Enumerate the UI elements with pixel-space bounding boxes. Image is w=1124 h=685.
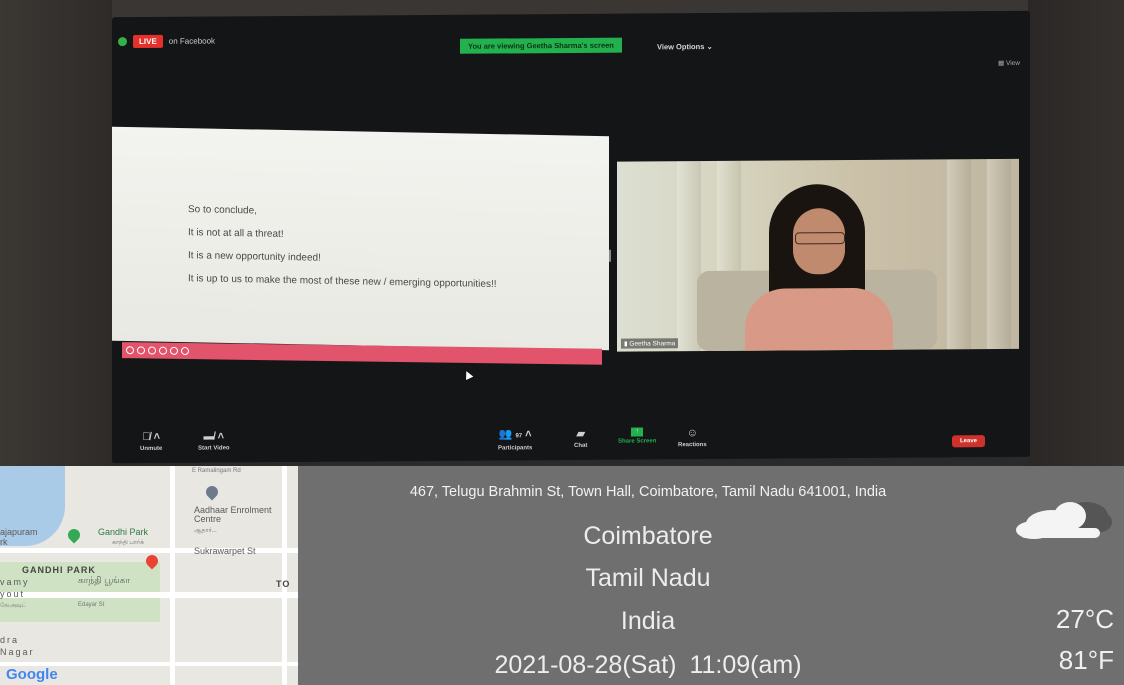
share-screen-button[interactable]: ↑ Share Screen bbox=[618, 427, 657, 445]
google-logo: Google bbox=[6, 666, 58, 683]
mouse-cursor-icon bbox=[462, 369, 474, 381]
tool-icon[interactable] bbox=[126, 346, 134, 355]
participants-icon: 👥 97 ˄ bbox=[498, 428, 532, 441]
aadhaar-pin-icon bbox=[203, 483, 221, 501]
tool-icon[interactable] bbox=[181, 346, 189, 356]
speaker-video[interactable]: ▮ Geetha Sharma bbox=[617, 158, 1019, 352]
city-name: Coimbatore bbox=[583, 522, 713, 550]
unmute-button[interactable]: 🎙̸ ˄ Unmute bbox=[140, 431, 162, 452]
start-video-label: Start Video bbox=[198, 445, 230, 452]
map-label: yout bbox=[0, 589, 26, 599]
curtain bbox=[987, 158, 1011, 350]
leave-button[interactable]: Leave bbox=[951, 435, 985, 448]
slide-text: So to conclude, It is not at all a threa… bbox=[188, 204, 508, 302]
country-name: India bbox=[620, 607, 676, 635]
map-label: TO bbox=[276, 579, 291, 589]
participants-label: Participants bbox=[498, 445, 533, 452]
map-label: காந்தி பார்க் bbox=[112, 540, 144, 546]
live-destination[interactable]: on Facebook bbox=[169, 36, 215, 45]
split-handle[interactable] bbox=[609, 249, 611, 262]
share-screen-label: Share Screen bbox=[618, 438, 657, 445]
road bbox=[170, 466, 175, 685]
park-pin-icon bbox=[65, 526, 83, 544]
chat-icon: ▰ bbox=[576, 427, 585, 440]
cloudy-weather-icon bbox=[1016, 502, 1112, 539]
participants-count: 97 bbox=[515, 433, 523, 440]
map-label: லேஅவுட் bbox=[0, 603, 27, 609]
glasses bbox=[795, 232, 845, 245]
speaker-shirt bbox=[745, 287, 893, 352]
road bbox=[0, 592, 298, 598]
map-label: காந்தி பூங்கா bbox=[78, 575, 131, 585]
temperature-fahrenheit: 81°F bbox=[1058, 645, 1114, 675]
speaker-name: Geetha Sharma bbox=[629, 340, 676, 348]
curtain bbox=[947, 159, 971, 350]
date-time: 2021-08-28(Sat) 11:09(am) bbox=[494, 651, 802, 679]
muted-mic-icon: 🎙̸ ˄ bbox=[142, 430, 161, 443]
view-button[interactable]: ▦ View bbox=[998, 59, 1020, 67]
map-label: dra bbox=[0, 635, 20, 645]
slide-line: So to conclude, bbox=[188, 204, 257, 217]
map-label: Nagar bbox=[0, 647, 35, 657]
map-label: Aadhaar Enrolment Centre bbox=[194, 505, 272, 525]
share-screen-icon: ↑ bbox=[631, 427, 644, 437]
chat-button[interactable]: ▰ Chat bbox=[574, 428, 587, 449]
tool-icon[interactable] bbox=[148, 346, 156, 355]
address-line: 467, Telugu Brahmin St, Town Hall, Coimb… bbox=[409, 484, 887, 500]
background-right bbox=[1028, 0, 1124, 470]
map-label: Edayar St bbox=[78, 602, 105, 608]
tool-icon[interactable] bbox=[170, 346, 178, 355]
reactions-label: Reactions bbox=[678, 442, 707, 449]
reactions-button[interactable]: ☺ Reactions bbox=[678, 427, 707, 448]
state-name: Tamil Nadu bbox=[585, 564, 711, 592]
signal-icon: ▮ bbox=[624, 340, 628, 348]
meeting-controls: 🎙̸ ˄ Unmute ▬̸ ˄ Start Video 👥 97 ˄ Parti… bbox=[112, 425, 1030, 461]
live-badge[interactable]: LIVE bbox=[133, 34, 163, 49]
participants-button[interactable]: 👥 97 ˄ Participants bbox=[498, 428, 532, 451]
map-label: rk bbox=[0, 537, 8, 547]
background-left bbox=[0, 0, 112, 470]
view-button-label: View bbox=[1006, 59, 1020, 67]
map-label: vamy bbox=[0, 577, 30, 587]
map-label: ஆதார்... bbox=[194, 528, 217, 534]
chat-label: Chat bbox=[574, 442, 588, 449]
tool-icon[interactable] bbox=[159, 346, 167, 355]
map-label: Sukrawarpet St bbox=[194, 546, 256, 556]
speaker-name-tag: ▮ Geetha Sharma bbox=[621, 338, 679, 349]
view-options-label: View Options bbox=[657, 42, 705, 52]
road bbox=[282, 466, 287, 685]
laptop-screen: LIVE on Facebook You are viewing Geetha … bbox=[112, 10, 1030, 464]
reactions-icon: ☺ bbox=[686, 427, 698, 440]
shared-slide: So to conclude, It is not at all a threa… bbox=[112, 126, 609, 351]
temperature-celsius: 27°C bbox=[1055, 604, 1114, 634]
live-status: LIVE on Facebook bbox=[118, 34, 215, 49]
map-label: Gandhi Park bbox=[98, 527, 149, 537]
map-thumbnail: E Ramalingam Rd Aadhaar Enrolment Centre… bbox=[0, 466, 298, 685]
slide-line: It is not at all a threat! bbox=[188, 227, 284, 240]
view-options-button[interactable]: View Options ⌄ bbox=[657, 42, 713, 51]
unmute-label: Unmute bbox=[140, 445, 163, 453]
tool-icon[interactable] bbox=[137, 346, 145, 355]
start-video-button[interactable]: ▬̸ ˄ Start Video bbox=[198, 430, 230, 451]
slide-line: It is a new opportunity indeed! bbox=[188, 250, 321, 264]
slide-line: It is up to us to make the most of these… bbox=[188, 273, 497, 291]
shield-icon bbox=[118, 37, 127, 47]
map-label: E Ramalingam Rd bbox=[192, 468, 241, 474]
video-off-icon: ▬̸ ˄ bbox=[203, 430, 225, 443]
viewing-banner: You are viewing Geetha Sharma's screen bbox=[460, 37, 622, 54]
